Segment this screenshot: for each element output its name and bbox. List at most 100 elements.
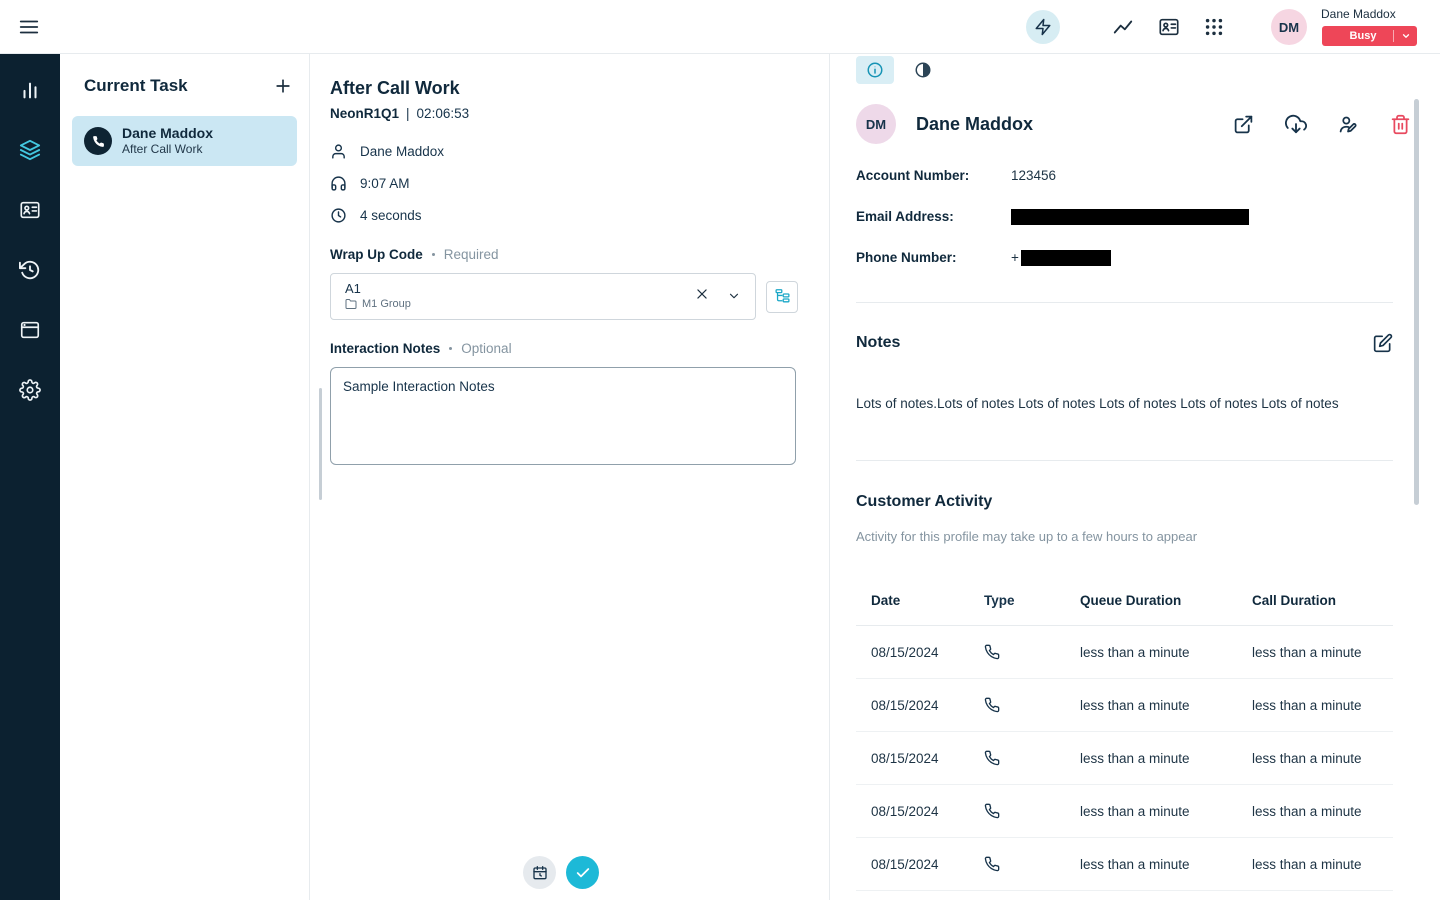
call-type-cell [984,750,1080,766]
reporting-button[interactable] [1112,16,1134,38]
folder-icon [345,298,357,310]
activity-table: Date Type Queue Duration Call Duration 0… [856,576,1393,891]
edit-contact-button[interactable] [1338,114,1359,135]
call-meta: Dane Maddox 9:07 AM 4 seconds [330,135,829,231]
task-list-item[interactable]: Dane Maddox After Call Work [72,116,297,166]
external-link-icon [1233,114,1254,135]
cloud-download-icon [1285,113,1307,135]
interaction-notes-input[interactable]: Sample Interaction Notes [330,367,796,465]
queue-duration-cell: less than a minute [1080,751,1252,766]
after-call-work-panel: After Call Work NeonR1Q1 | 02:06:53 Dane… [310,54,830,900]
tab-journey[interactable] [904,56,942,84]
email-label: Email Address: [856,209,1011,224]
meta-start-time: 9:07 AM [360,176,410,191]
call-duration-cell: less than a minute [1252,645,1393,660]
bar-chart-icon [19,79,41,101]
delete-contact-button[interactable] [1390,114,1411,135]
queue-duration-cell: less than a minute [1080,804,1252,819]
dialpad-icon [1203,16,1225,38]
activity-row[interactable]: 08/15/2024 less than a minute less than … [856,679,1393,732]
queue-duration-cell: less than a minute [1080,645,1252,660]
activity-date: 08/15/2024 [856,698,984,713]
sidebar-item-tasks[interactable] [0,126,60,174]
sidebar-item-contacts[interactable] [0,186,60,234]
sidebar-item-dashboard[interactable] [0,66,60,114]
calendar-clock-icon [532,865,548,881]
wrap-up-select[interactable]: A1 M1 Group [330,273,756,320]
customer-activity-subtitle: Activity for this profile may take up to… [856,529,1440,544]
call-type-cell [984,697,1080,713]
status-label: Busy [1322,30,1393,42]
edit-notes-button[interactable] [1373,333,1393,353]
select-chevron-button[interactable] [727,289,741,303]
activity-date: 08/15/2024 [856,857,984,872]
menu-icon[interactable] [18,16,40,38]
id-card-icon [19,199,41,221]
scrollbar-thumb[interactable] [319,388,322,500]
gear-icon [19,379,41,401]
email-row: Email Address: [856,196,1393,237]
sidebar-item-history[interactable] [0,246,60,294]
bullet-dot [449,347,452,350]
complete-task-button[interactable] [566,856,599,889]
column-header-queue-duration: Queue Duration [1080,593,1252,608]
section-divider [856,460,1393,461]
customer-activity-title: Customer Activity [856,493,1440,511]
phone-label: Phone Number: [856,250,1011,265]
lightning-icon [1034,18,1052,36]
activity-row[interactable]: 08/15/2024 less than a minute less than … [856,732,1393,785]
phone-icon [984,644,1080,660]
interaction-notes-optional: Optional [461,341,511,356]
contrast-icon [914,61,932,79]
phone-icon [92,135,105,148]
pipe-separator: | [406,106,410,121]
wrap-up-value: A1 [345,281,685,297]
clock-icon [330,207,347,224]
bullet-dot [432,253,435,256]
chevron-down-icon [1394,31,1417,41]
scrollbar-thumb[interactable] [1414,99,1419,505]
line-chart-icon [1112,16,1134,38]
contact-name: Dane Maddox [916,114,1033,135]
email-value [1011,209,1249,225]
activity-row[interactable]: 08/15/2024 less than a minute less than … [856,838,1393,891]
queue-duration-cell: less than a minute [1080,857,1252,872]
wrap-up-label-row: Wrap Up Code Required [330,247,829,262]
profile-tabs [856,56,1440,84]
user-edit-icon [1338,114,1359,135]
dialpad-button[interactable] [1203,16,1225,38]
sidebar-item-browser[interactable] [0,306,60,354]
phone-prefix: + [1011,250,1019,265]
acw-timer: 02:06:53 [417,106,470,121]
status-dropdown[interactable]: Busy [1322,26,1417,46]
open-contact-button[interactable] [1233,114,1254,135]
tab-contact-info[interactable] [856,56,894,84]
wrap-up-tree-button[interactable] [766,281,798,313]
section-divider [856,302,1393,303]
download-contact-button[interactable] [1285,113,1307,135]
redaction-bar [1021,250,1111,266]
lightning-button[interactable] [1026,10,1060,44]
activity-row[interactable]: 08/15/2024 less than a minute less than … [856,785,1393,838]
call-duration-cell: less than a minute [1252,698,1393,713]
notes-text: Lots of notes.Lots of notes Lots of note… [856,395,1393,413]
sidebar-item-settings[interactable] [0,366,60,414]
meta-contact-name: Dane Maddox [360,144,444,159]
phone-row: Phone Number: + [856,237,1393,278]
add-task-button[interactable] [273,76,293,96]
activity-date: 08/15/2024 [856,804,984,819]
schedule-callback-button[interactable] [523,856,556,889]
window-icon [19,319,41,341]
chevron-down-icon [727,289,741,303]
tree-list-icon [774,288,791,305]
contacts-button[interactable] [1158,16,1180,38]
activity-row[interactable]: 08/15/2024 less than a minute less than … [856,626,1393,679]
acw-title: After Call Work [330,78,829,99]
clear-selection-button[interactable] [695,287,709,301]
meta-duration: 4 seconds [360,208,422,223]
person-icon [330,143,347,160]
queue-duration-cell: less than a minute [1080,698,1252,713]
user-avatar[interactable]: DM [1271,9,1307,45]
account-number-value: 123456 [1011,168,1056,183]
current-task-panel: Current Task Dane Maddox After Call Work [60,54,310,900]
